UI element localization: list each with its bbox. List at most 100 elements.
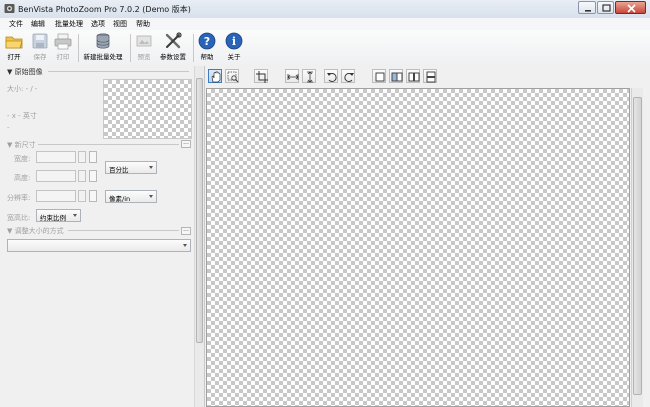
svg-text:i: i [232, 35, 236, 48]
view-side-by-side-button[interactable] [406, 69, 420, 83]
new-size-more-button[interactable]: ... [181, 140, 191, 148]
split-vertical-icon [391, 72, 403, 82]
menu-file[interactable]: 文件 [9, 19, 23, 29]
print-label: 打印 [56, 53, 70, 61]
size-label: 大小: - / - [7, 85, 38, 93]
hand-tool-button[interactable] [208, 69, 222, 83]
view-single-button[interactable] [372, 69, 386, 83]
resolution-stepper[interactable] [78, 190, 86, 202]
height-input[interactable] [36, 170, 76, 182]
chevron-down-icon [149, 195, 153, 198]
tools-icon [165, 32, 182, 49]
window-title: BenVista PhotoZoom Pro 7.0.2 (Demo 版本) [18, 5, 191, 14]
svg-text:?: ? [204, 35, 210, 48]
rotate-left-button[interactable] [324, 69, 338, 83]
size-unit-value: 百分比 [109, 166, 129, 174]
close-icon [627, 4, 636, 13]
resize-method-more-button[interactable]: ... [181, 227, 191, 235]
settings-panel: ▼ 原始图像 大小: - / - - x - 英寸 - ▼ 新尺寸 ... 宽度… [0, 66, 205, 407]
toolbar-separator [193, 34, 194, 62]
printer-icon [54, 33, 72, 50]
open-label: 打开 [7, 53, 21, 61]
height-stepper[interactable] [78, 170, 86, 182]
close-button[interactable] [615, 1, 646, 14]
arrows-horizontal-icon [287, 74, 299, 80]
zoom-select-icon [227, 71, 239, 83]
width-label: 宽度: [14, 155, 31, 163]
resolution-unit-value: 像素/in [109, 195, 131, 203]
section-divider [38, 144, 179, 145]
resolution-input[interactable] [36, 190, 76, 202]
toolbar-separator [78, 34, 79, 62]
size-unit-select[interactable]: 百分比 [105, 161, 157, 174]
arrows-vertical-icon [307, 71, 313, 83]
new-batch-label: 新建批量处理 [83, 53, 123, 61]
zoom-select-tool-button[interactable] [225, 69, 239, 83]
maximize-icon [602, 4, 611, 12]
crop-button[interactable] [254, 69, 268, 83]
help-label: 帮助 [200, 53, 214, 61]
minimize-button[interactable] [578, 1, 596, 14]
chevron-down-icon [183, 244, 187, 247]
menu-help[interactable]: 帮助 [136, 19, 150, 29]
save-button[interactable]: 保存 [29, 32, 51, 64]
panel-scrollbar[interactable] [194, 66, 204, 407]
resize-method-header[interactable]: ▼ 调整大小的方式 [7, 226, 64, 236]
fit-width-button[interactable] [285, 69, 299, 83]
link-icon[interactable] [89, 170, 97, 182]
dimensions-label: - x - 英寸 [7, 112, 37, 120]
fit-height-button[interactable] [302, 69, 316, 83]
width-input[interactable] [36, 151, 76, 163]
resolution-unit-select[interactable]: 像素/in [105, 190, 157, 203]
aspect-value: 约束比例 [40, 214, 66, 222]
panel-scrollbar-thumb[interactable] [196, 78, 203, 343]
menu-view[interactable]: 视图 [113, 19, 127, 29]
height-label: 高度: [14, 174, 31, 182]
section-divider [68, 230, 179, 231]
resize-method-select[interactable] [7, 239, 191, 252]
aspect-select[interactable]: 约束比例 [36, 209, 81, 222]
original-image-thumbnail [103, 79, 192, 139]
main-toolbar: 打开 保存 打印 新建批量处理 预览 参数设置 ? 帮助 i 关于 [0, 30, 650, 67]
about-label: 关于 [227, 53, 241, 61]
hand-icon [211, 71, 221, 83]
original-image-header[interactable]: ▼ 原始图像 [7, 67, 43, 77]
rotate-right-button[interactable] [341, 69, 355, 83]
rotate-left-icon [327, 73, 337, 82]
print-button[interactable]: 打印 [52, 32, 74, 64]
canvas-scrollbar[interactable] [631, 88, 643, 407]
width-stepper[interactable] [78, 151, 86, 163]
preview-button[interactable]: 预览 [133, 32, 155, 64]
settings-button[interactable]: 参数设置 [158, 32, 188, 64]
single-view-icon [375, 72, 385, 82]
view-split-vertical-button[interactable] [389, 69, 403, 83]
new-batch-button[interactable]: 新建批量处理 [80, 32, 126, 64]
menu-edit[interactable]: 编辑 [31, 19, 45, 29]
folder-open-icon [5, 36, 23, 49]
save-label: 保存 [33, 53, 47, 61]
canvas-scrollbar-thumb[interactable] [633, 97, 642, 395]
view-stacked-button[interactable] [423, 69, 437, 83]
maximize-button[interactable] [597, 1, 614, 14]
rotate-right-icon [344, 73, 354, 82]
section-divider [48, 71, 189, 72]
info-icon: i [225, 32, 243, 50]
menu-batch[interactable]: 批量处理 [55, 19, 83, 29]
about-button[interactable]: i 关于 [224, 32, 244, 64]
title-bar: BenVista PhotoZoom Pro 7.0.2 (Demo 版本) [0, 0, 650, 19]
help-button[interactable]: ? 帮助 [197, 32, 217, 64]
preview-icon [136, 35, 152, 47]
image-canvas[interactable] [206, 88, 630, 407]
chevron-down-icon [73, 214, 77, 217]
resolution-label: 分辨率: [7, 194, 31, 202]
link-icon[interactable] [89, 190, 97, 202]
new-size-header[interactable]: ▼ 新尺寸 [7, 140, 36, 150]
view-toolbar [205, 66, 650, 87]
menu-options[interactable]: 选项 [91, 19, 105, 29]
link-icon[interactable] [89, 151, 97, 163]
chevron-down-icon [149, 166, 153, 169]
database-icon [96, 33, 110, 49]
stacked-view-icon [426, 71, 436, 83]
open-button[interactable]: 打开 [3, 32, 25, 64]
crop-icon [256, 71, 268, 83]
